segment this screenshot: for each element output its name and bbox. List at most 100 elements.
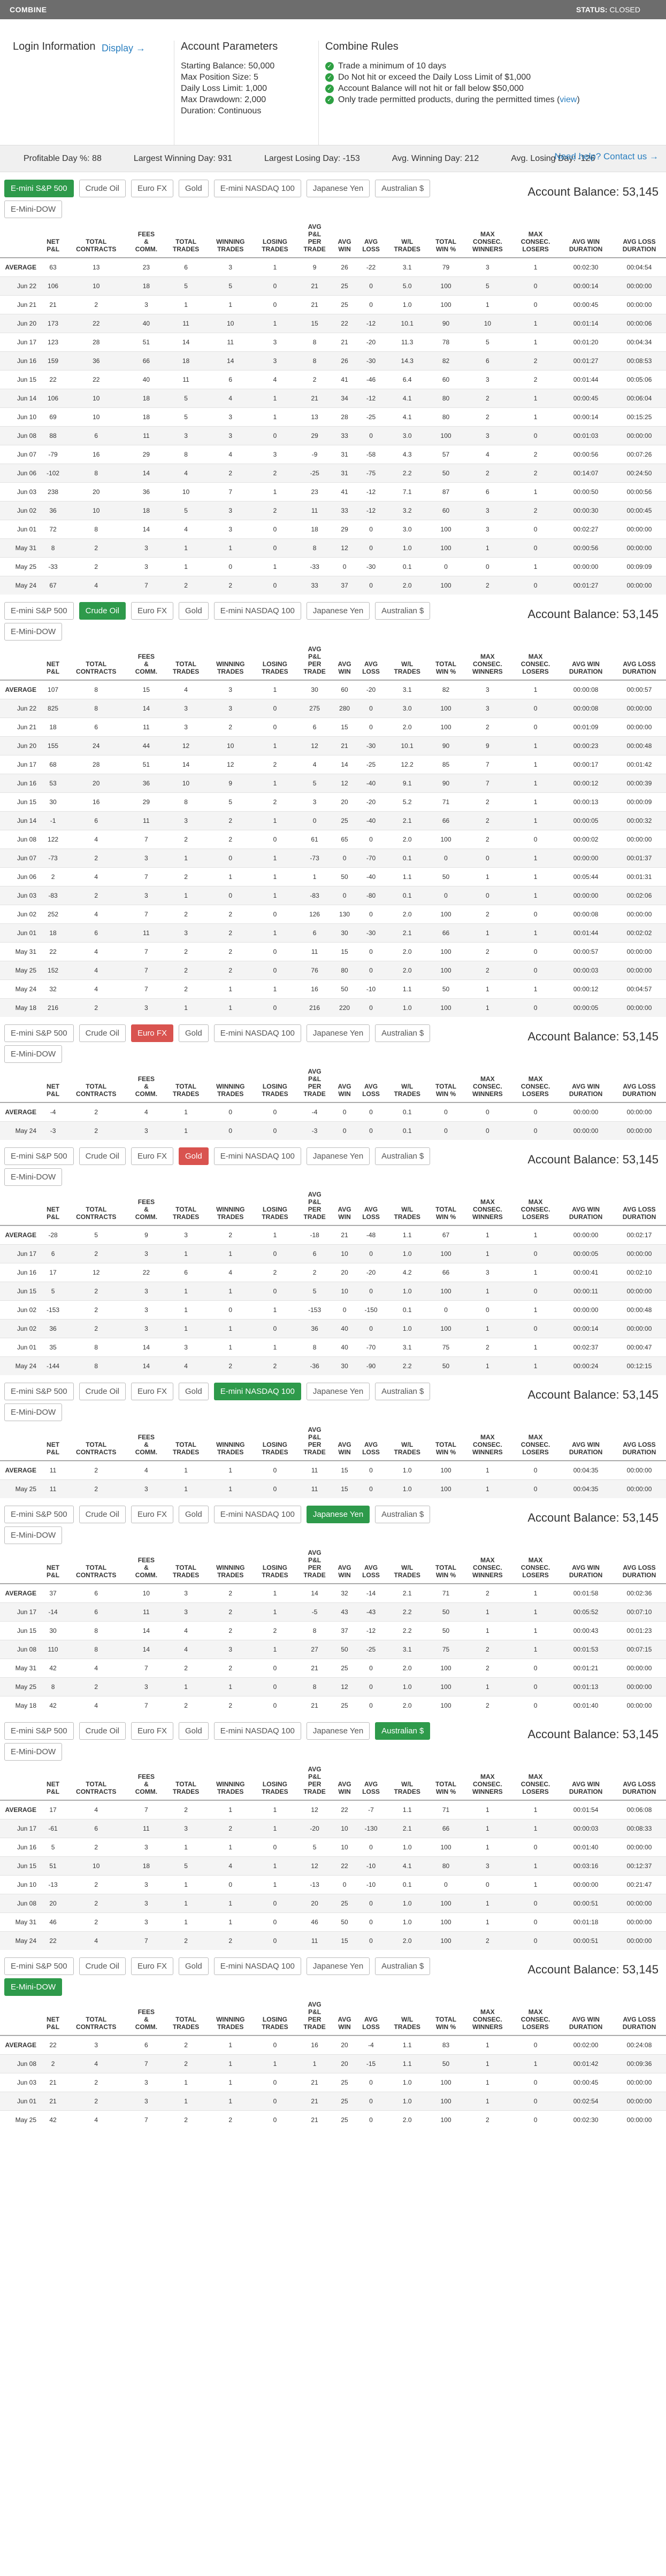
table-cell: -40 bbox=[356, 867, 386, 886]
tab-e-mini-s-p-500[interactable]: E-mini S&P 500 bbox=[4, 602, 74, 620]
tab-crude-oil[interactable]: Crude Oil bbox=[79, 180, 126, 197]
tab-japanese-yen[interactable]: Japanese Yen bbox=[306, 1024, 370, 1042]
tab-japanese-yen[interactable]: Japanese Yen bbox=[306, 1957, 370, 1975]
table-cell: 0 bbox=[356, 295, 386, 314]
tab-australian[interactable]: Australian $ bbox=[375, 602, 431, 620]
tab-japanese-yen[interactable]: Japanese Yen bbox=[306, 1506, 370, 1523]
view-link[interactable]: view bbox=[560, 95, 577, 104]
tab-e-mini-nasdaq-100[interactable]: E-mini NASDAQ 100 bbox=[213, 1147, 301, 1165]
tab-e-mini-dow[interactable]: E-Mini-DOW bbox=[4, 1743, 63, 1761]
tab-e-mini-nasdaq-100[interactable]: E-mini NASDAQ 100 bbox=[213, 1957, 301, 1975]
tab-e-mini-dow[interactable]: E-Mini-DOW bbox=[4, 1045, 63, 1063]
table-cell: 0 bbox=[253, 1912, 297, 1931]
tab-japanese-yen[interactable]: Japanese Yen bbox=[306, 602, 370, 620]
tab-japanese-yen[interactable]: Japanese Yen bbox=[306, 1383, 370, 1400]
table-cell: 10 bbox=[333, 1244, 356, 1263]
tab-crude-oil[interactable]: Crude Oil bbox=[79, 1957, 126, 1975]
table-cell: 3 bbox=[128, 1912, 165, 1931]
tab-crude-oil[interactable]: Crude Oil bbox=[79, 1024, 126, 1042]
tab-australian[interactable]: Australian $ bbox=[375, 180, 431, 197]
tab-australian[interactable]: Australian $ bbox=[375, 1722, 431, 1740]
tab-gold[interactable]: Gold bbox=[179, 602, 209, 620]
tab-crude-oil[interactable]: Crude Oil bbox=[79, 1383, 126, 1400]
column-header: AVG LOSS DURATION bbox=[613, 1547, 666, 1584]
tab-euro-fx[interactable]: Euro FX bbox=[131, 1722, 173, 1740]
table-cell: 14 bbox=[164, 754, 208, 774]
tab-gold[interactable]: Gold bbox=[179, 1957, 209, 1975]
tab-e-mini-s-p-500[interactable]: E-mini S&P 500 bbox=[4, 1024, 74, 1042]
column-header: TOTAL TRADES bbox=[164, 1066, 208, 1103]
tab-e-mini-nasdaq-100[interactable]: E-mini NASDAQ 100 bbox=[213, 1506, 301, 1523]
tab-gold[interactable]: Gold bbox=[179, 1722, 209, 1740]
tab-gold[interactable]: Gold bbox=[179, 1147, 209, 1165]
tab-euro-fx[interactable]: Euro FX bbox=[131, 1957, 173, 1975]
table-cell: 3 bbox=[128, 2091, 165, 2110]
table-cell: 3 bbox=[128, 998, 165, 1017]
tab-e-mini-s-p-500[interactable]: E-mini S&P 500 bbox=[4, 1506, 74, 1523]
tab-e-mini-dow[interactable]: E-Mini-DOW bbox=[4, 1403, 63, 1421]
tab-crude-oil[interactable]: Crude Oil bbox=[79, 1506, 126, 1523]
table-cell: 6 bbox=[64, 1602, 128, 1621]
combine-page: COMBINE STATUS: CLOSED Login Information… bbox=[0, 0, 666, 2576]
tab-gold[interactable]: Gold bbox=[179, 180, 209, 197]
tab-japanese-yen[interactable]: Japanese Yen bbox=[306, 180, 370, 197]
tab-e-mini-dow[interactable]: E-Mini-DOW bbox=[4, 623, 63, 641]
column-header: TOTAL CONTRACTS bbox=[64, 1066, 128, 1103]
tab-gold[interactable]: Gold bbox=[179, 1383, 209, 1400]
tab-e-mini-s-p-500[interactable]: E-mini S&P 500 bbox=[4, 180, 74, 197]
tab-e-mini-dow[interactable]: E-Mini-DOW bbox=[4, 1978, 63, 1996]
tab-australian[interactable]: Australian $ bbox=[375, 1506, 431, 1523]
table-cell: 1 bbox=[511, 811, 560, 830]
help-link[interactable]: Need help? Contact us → bbox=[554, 151, 659, 162]
table-cell: 3 bbox=[463, 500, 512, 520]
tab-e-mini-nasdaq-100[interactable]: E-mini NASDAQ 100 bbox=[213, 1024, 301, 1042]
tab-crude-oil[interactable]: Crude Oil bbox=[79, 1147, 126, 1165]
tab-japanese-yen[interactable]: Japanese Yen bbox=[306, 1147, 370, 1165]
tab-australian[interactable]: Australian $ bbox=[375, 1147, 431, 1165]
table-cell: 6 bbox=[64, 923, 128, 942]
tab-e-mini-nasdaq-100[interactable]: E-mini NASDAQ 100 bbox=[213, 1383, 301, 1400]
tab-e-mini-nasdaq-100[interactable]: E-mini NASDAQ 100 bbox=[213, 1722, 301, 1740]
tab-australian[interactable]: Australian $ bbox=[375, 1024, 431, 1042]
table-cell: 22 bbox=[333, 1856, 356, 1875]
table-cell: 2 bbox=[207, 717, 254, 736]
tab-euro-fx[interactable]: Euro FX bbox=[131, 602, 173, 620]
tab-japanese-yen[interactable]: Japanese Yen bbox=[306, 1722, 370, 1740]
table-cell: 9 bbox=[463, 736, 512, 755]
tab-gold[interactable]: Gold bbox=[179, 1506, 209, 1523]
table-cell: 1 bbox=[164, 848, 208, 867]
account-balance: Account Balance: 53,145 bbox=[527, 1511, 659, 1524]
table-cell: 2.0 bbox=[386, 942, 429, 961]
tab-e-mini-s-p-500[interactable]: E-mini S&P 500 bbox=[4, 1722, 74, 1740]
table-cell: 0 bbox=[511, 1658, 560, 1677]
table-cell: 1 bbox=[463, 1225, 512, 1244]
table-cell: 2 bbox=[463, 904, 512, 923]
tab-euro-fx[interactable]: Euro FX bbox=[131, 180, 173, 197]
info-panel: Login Information Display → Account Para… bbox=[0, 19, 666, 161]
table-cell: -9 bbox=[296, 444, 333, 464]
tab-euro-fx[interactable]: Euro FX bbox=[131, 1024, 173, 1042]
tab-e-mini-dow[interactable]: E-Mini-DOW bbox=[4, 200, 63, 218]
tab-crude-oil[interactable]: Crude Oil bbox=[79, 1722, 126, 1740]
table-cell: 1 bbox=[511, 1639, 560, 1659]
display-link[interactable]: Display → bbox=[102, 43, 146, 54]
tab-australian[interactable]: Australian $ bbox=[375, 1957, 431, 1975]
tab-euro-fx[interactable]: Euro FX bbox=[131, 1147, 173, 1165]
table-cell: 1 bbox=[164, 557, 208, 576]
table-cell: -25 bbox=[296, 463, 333, 482]
table-cell: 0 bbox=[253, 2091, 297, 2110]
tab-e-mini-s-p-500[interactable]: E-mini S&P 500 bbox=[4, 1383, 74, 1400]
table-cell: 76 bbox=[296, 960, 333, 980]
tab-euro-fx[interactable]: Euro FX bbox=[131, 1383, 173, 1400]
tab-e-mini-nasdaq-100[interactable]: E-mini NASDAQ 100 bbox=[213, 602, 301, 620]
tab-e-mini-dow[interactable]: E-Mini-DOW bbox=[4, 1526, 63, 1544]
tab-e-mini-s-p-500[interactable]: E-mini S&P 500 bbox=[4, 1147, 74, 1165]
tab-crude-oil[interactable]: Crude Oil bbox=[79, 602, 126, 620]
tab-euro-fx[interactable]: Euro FX bbox=[131, 1506, 173, 1523]
tab-e-mini-s-p-500[interactable]: E-mini S&P 500 bbox=[4, 1957, 74, 1975]
table-cell: 17 bbox=[42, 1800, 65, 1819]
tab-australian[interactable]: Australian $ bbox=[375, 1383, 431, 1400]
tab-gold[interactable]: Gold bbox=[179, 1024, 209, 1042]
tab-e-mini-dow[interactable]: E-Mini-DOW bbox=[4, 1168, 63, 1186]
tab-e-mini-nasdaq-100[interactable]: E-mini NASDAQ 100 bbox=[213, 180, 301, 197]
